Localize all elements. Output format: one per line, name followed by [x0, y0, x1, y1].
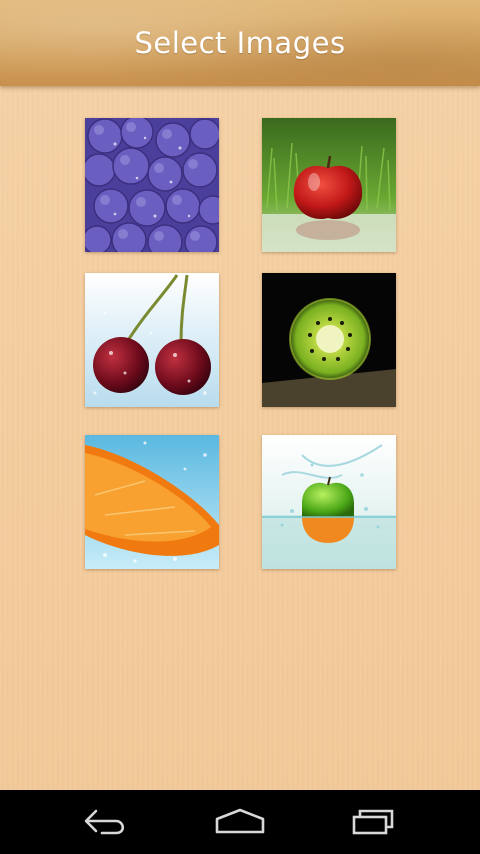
kiwi-image	[262, 273, 396, 407]
back-icon	[84, 809, 125, 835]
back-button[interactable]	[66, 800, 146, 844]
orange-slice-image	[85, 435, 219, 569]
image-tile-red-apple[interactable]	[262, 118, 396, 252]
recents-icon	[352, 809, 394, 835]
image-tile-cherries[interactable]	[85, 273, 219, 407]
system-nav-bar	[0, 790, 480, 854]
image-tile-kiwi[interactable]	[262, 273, 396, 407]
home-button[interactable]	[200, 800, 280, 844]
image-tile-green-apple[interactable]	[262, 435, 396, 569]
recents-button[interactable]	[334, 800, 414, 844]
home-icon	[215, 808, 265, 834]
image-tile-orange[interactable]	[85, 435, 219, 569]
green-apple-splash-image	[262, 435, 396, 569]
cherries-image	[85, 273, 219, 407]
image-tile-blueberries[interactable]	[85, 118, 219, 252]
image-grid	[0, 0, 480, 790]
blueberries-image	[85, 118, 219, 252]
select-images-screen: Select Images	[0, 0, 480, 854]
red-apple-image	[262, 118, 396, 252]
